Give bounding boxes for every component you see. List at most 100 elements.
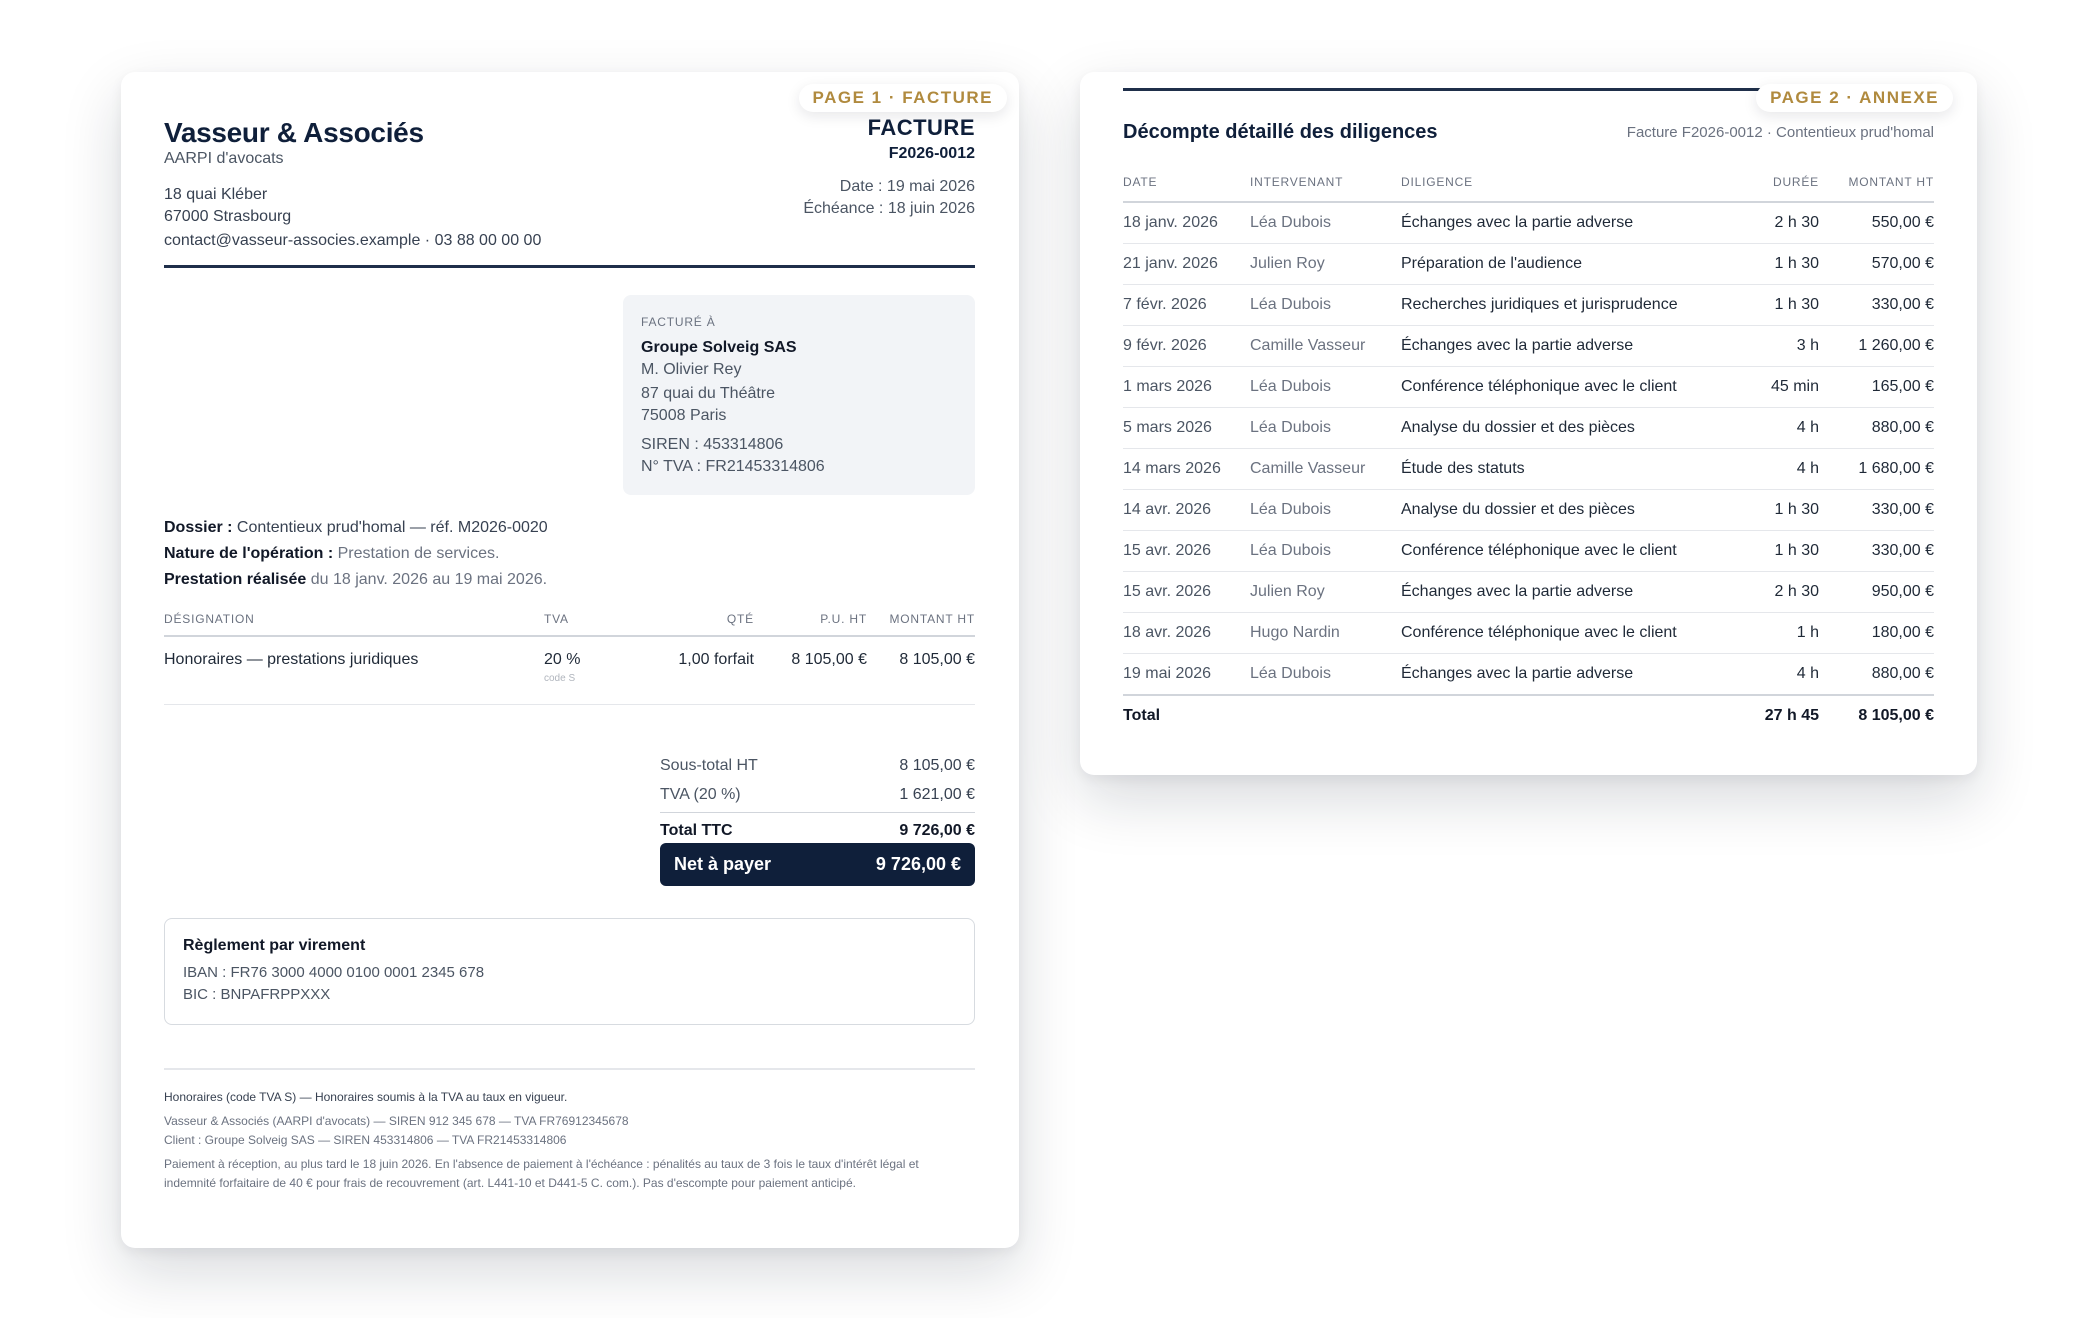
row-amount: 330,00 € [1819,284,1934,326]
row-intervenant: Camille Vasseur [1250,325,1401,367]
annex-page: PAGE 2 · ANNEXE Décompte détaillé des di… [1080,72,1977,775]
row-amount: 880,00 € [1819,407,1934,449]
row-duration: 1 h 30 [1764,284,1819,326]
table-row: 19 mai 2026 Léa Dubois Échanges avec la … [1123,653,1934,696]
row-amount: 550,00 € [1819,202,1934,244]
row-amount: 180,00 € [1819,612,1934,654]
row-intervenant: Léa Dubois [1250,202,1401,244]
document-type: FACTURE [867,115,975,140]
period-value: du 18 janv. 2026 au 19 mai 2026. [306,571,548,588]
col-header-amount: MONTANT HT [867,612,975,637]
row-amount: 330,00 € [1819,489,1934,531]
row-duration: 4 h [1764,407,1819,449]
subtotal-label: Sous-total HT [660,757,758,774]
tva-label: TVA (20 %) [660,786,741,803]
table-row: 18 avr. 2026 Hugo Nardin Conférence télé… [1123,612,1934,654]
footer-divider [164,1068,975,1070]
firm-contact: contact@vasseur-associes.example · 03 88… [164,232,542,249]
row-intervenant: Léa Dubois [1250,284,1401,326]
firm-address-line2: 67000 Strasbourg [164,208,292,225]
period-line: Prestation réalisée du 18 janv. 2026 au … [164,571,547,589]
subtotal-value: 8 105,00 € [899,757,975,774]
net-to-pay-bar: Net à payer 9 726,00 € [660,843,975,886]
table-row: 5 mars 2026 Léa Dubois Analyse du dossie… [1123,407,1934,449]
row-date: 9 févr. 2026 [1123,325,1250,367]
row-amount: 880,00 € [1819,653,1934,696]
row-duration: 1 h 30 [1764,243,1819,285]
line-unit-price: 8 105,00 € [754,636,867,705]
total-duration: 27 h 45 [1764,694,1819,736]
row-duration: 4 h [1764,448,1819,490]
nature-line: Nature de l'opération : Prestation de se… [164,545,499,563]
row-amount: 1 260,00 € [1819,325,1934,367]
row-duration: 1 h [1764,612,1819,654]
client-name: Groupe Solveig SAS [641,339,797,356]
diligences-table: DATE INTERVENANT DILIGENCE DURÉE MONTANT… [1123,175,1934,736]
row-duration: 4 h [1764,653,1819,696]
table-row: 21 janv. 2026 Julien Roy Préparation de … [1123,243,1934,285]
totals-divider [660,812,975,813]
dossier-value: Contentieux prud'homal — réf. M2026-0020 [232,519,548,536]
payment-title: Règlement par virement [183,937,366,954]
row-intervenant: Léa Dubois [1250,407,1401,449]
row-amount: 1 680,00 € [1819,448,1934,490]
row-intervenant: Léa Dubois [1250,489,1401,531]
row-amount: 165,00 € [1819,366,1934,408]
row-diligence: Préparation de l'audience [1401,243,1764,285]
table-row: 9 févr. 2026 Camille Vasseur Échanges av… [1123,325,1934,367]
row-intervenant: Léa Dubois [1250,653,1401,696]
total-ttc-value: 9 726,00 € [899,822,975,839]
col-header-qty: QTÉ [604,612,754,637]
col-header-designation: DÉSIGNATION [164,612,544,637]
row-date: 15 avr. 2026 [1123,571,1250,613]
row-date: 19 mai 2026 [1123,653,1250,696]
table-header-row: DÉSIGNATION TVA QTÉ P.U. HT MONTANT HT [164,612,975,637]
table-row: 14 mars 2026 Camille Vasseur Étude des s… [1123,448,1934,490]
footer-payment-terms-2: indemnité forfaitaire de 40 € pour frais… [164,1176,856,1190]
row-diligence: Étude des statuts [1401,448,1764,490]
row-duration: 2 h 30 [1764,571,1819,613]
row-date: 18 avr. 2026 [1123,612,1250,654]
line-qty: 1,00 forfait [604,636,754,705]
bill-to-box: FACTURÉ À Groupe Solveig SAS M. Olivier … [623,295,975,495]
page-tab: PAGE 1 · FACTURE [798,84,1007,112]
table-row: 1 mars 2026 Léa Dubois Conférence téléph… [1123,366,1934,408]
invoice-due-date: Échéance : 18 juin 2026 [803,200,975,217]
col-header-amount: MONTANT HT [1819,175,1934,203]
table-row: 15 avr. 2026 Julien Roy Échanges avec la… [1123,571,1934,613]
tva-row: TVA (20 %) 1 621,00 € [660,786,975,804]
line-designation: Honoraires — prestations juridiques [164,636,544,705]
col-header-diligence: DILIGENCE [1401,175,1764,203]
firm-name: Vasseur & Associés [164,117,424,148]
total-label: Total [1123,694,1250,736]
table-header-row: DATE INTERVENANT DILIGENCE DURÉE MONTANT… [1123,175,1934,203]
client-siren: SIREN : 453314806 [641,436,784,453]
payment-bic: BIC : BNPAFRPPXXX [183,986,331,1003]
row-intervenant: Julien Roy [1250,243,1401,285]
total-ttc-row: Total TTC 9 726,00 € [660,822,975,840]
table-row: 14 avr. 2026 Léa Dubois Analyse du dossi… [1123,489,1934,531]
footer-firm-legal: Vasseur & Associés (AARPI d'avocats) — S… [164,1114,629,1128]
line-amount: 8 105,00 € [867,636,975,705]
row-diligence: Conférence téléphonique avec le client [1401,530,1764,572]
firm-address-line1: 18 quai Kléber [164,186,268,203]
total-empty-cell [1401,694,1764,736]
total-row: Total 27 h 45 8 105,00 € [1123,694,1934,736]
annex-reference: Facture F2026-0012 · Contentieux prud'ho… [1626,124,1934,141]
client-address-line1: 87 quai du Théâtre [641,385,776,402]
line-tva: 20 % [544,651,581,668]
invoice-lines-table: DÉSIGNATION TVA QTÉ P.U. HT MONTANT HT H… [164,612,975,705]
row-intervenant: Léa Dubois [1250,530,1401,572]
row-intervenant: Camille Vasseur [1250,448,1401,490]
row-diligence: Échanges avec la partie adverse [1401,653,1764,696]
row-intervenant: Julien Roy [1250,571,1401,613]
row-duration: 2 h 30 [1764,202,1819,244]
row-diligence: Conférence téléphonique avec le client [1401,366,1764,408]
client-contact: M. Olivier Rey [641,361,742,378]
header-divider [164,265,975,268]
row-amount: 330,00 € [1819,530,1934,572]
row-duration: 3 h [1764,325,1819,367]
payment-iban: IBAN : FR76 3000 4000 0100 0001 2345 678 [183,964,485,981]
table-row: 15 avr. 2026 Léa Dubois Conférence télép… [1123,530,1934,572]
row-diligence: Échanges avec la partie adverse [1401,571,1764,613]
